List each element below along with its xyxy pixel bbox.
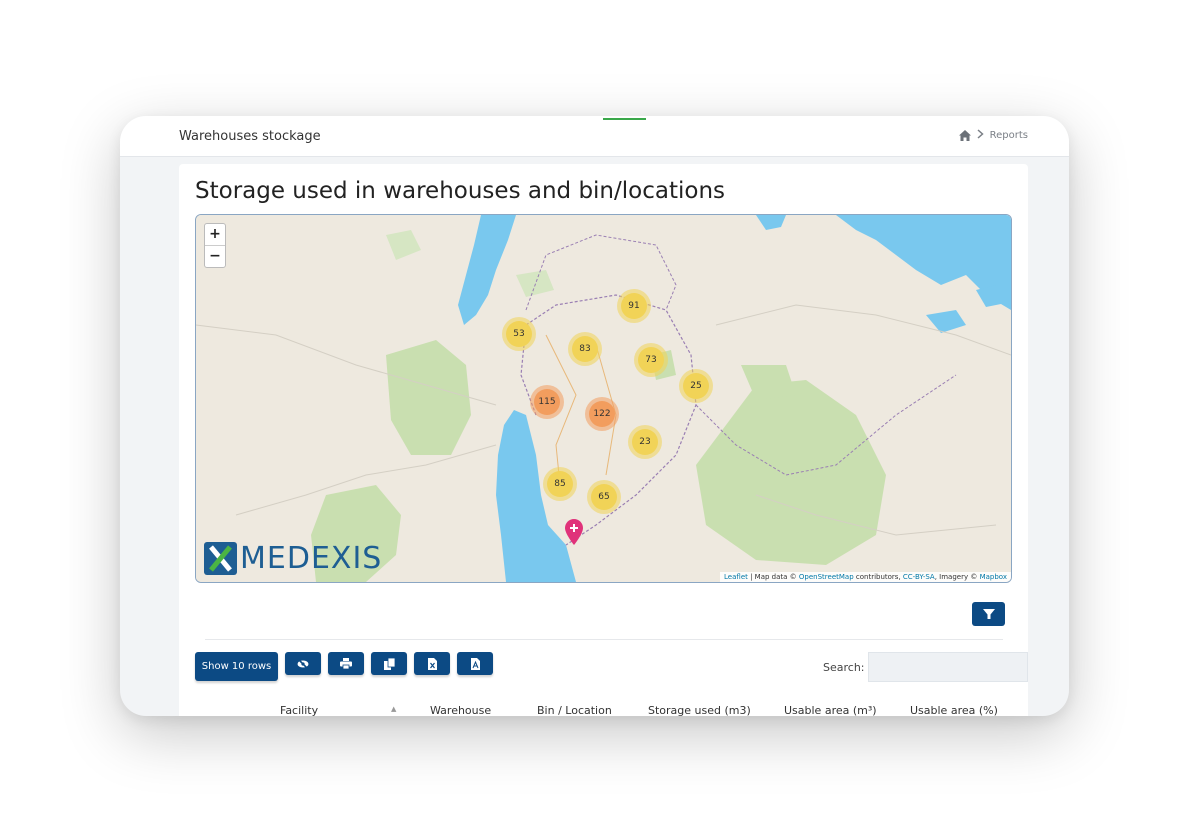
home-icon[interactable] — [958, 129, 971, 141]
map-cluster-91[interactable]: 91 — [621, 293, 647, 319]
leaflet-link[interactable]: Leaflet — [724, 573, 748, 581]
search-input[interactable] — [867, 652, 1028, 682]
breadcrumb: Reports — [958, 128, 1028, 142]
card-title: Storage used in warehouses and bin/locat… — [195, 178, 725, 204]
table-header: Facility ▲ Warehouse Bin / Location Stor… — [179, 704, 1028, 716]
zoom-control: + − — [204, 223, 226, 268]
show-rows-button[interactable]: Show 10 rows — [195, 652, 278, 681]
export-excel-button[interactable] — [414, 652, 450, 675]
export-pdf-button[interactable] — [457, 652, 493, 675]
filter-icon — [982, 609, 995, 619]
breadcrumb-current: Reports — [989, 129, 1028, 141]
map-cluster-53[interactable]: 53 — [506, 321, 532, 347]
license-link[interactable]: CC-BY-SA — [903, 573, 935, 581]
column-header-warehouse[interactable]: Warehouse — [430, 704, 491, 716]
attribution-text-2: contributors, — [853, 573, 903, 581]
zoom-in-button[interactable]: + — [205, 224, 225, 246]
chevron-right-icon — [977, 128, 984, 142]
copy-icon — [383, 657, 395, 670]
map-pin-icon[interactable] — [565, 519, 583, 549]
attribution-text-1: | Map data © — [747, 573, 799, 581]
pdf-icon — [470, 657, 480, 670]
openstreetmap-link[interactable]: OpenStreetMap — [799, 573, 854, 581]
map-attribution: Leaflet | Map data © OpenStreetMap contr… — [720, 572, 1011, 582]
column-header-bin-location[interactable]: Bin / Location — [537, 704, 612, 716]
map-cluster-73[interactable]: 73 — [638, 347, 664, 373]
map-cluster-25[interactable]: 25 — [683, 373, 709, 399]
map-cluster-65[interactable]: 65 — [591, 484, 617, 510]
medexis-logo-text: MEDEXIS — [240, 541, 383, 576]
attribution-text-3: , Imagery © — [934, 573, 980, 581]
column-header-usable-area-percent[interactable]: Usable area (%) — [910, 704, 998, 716]
column-visibility-button[interactable] — [285, 652, 321, 675]
excel-icon — [427, 657, 437, 670]
sort-ascending-icon[interactable]: ▲ — [391, 705, 396, 713]
mapbox-link[interactable]: Mapbox — [980, 573, 1007, 581]
column-header-facility[interactable]: Facility — [280, 704, 318, 716]
column-header-usable-area[interactable]: Usable area (m³) — [784, 704, 877, 716]
map-cluster-83[interactable]: 83 — [572, 336, 598, 362]
copy-button[interactable] — [371, 652, 407, 675]
active-indicator — [603, 118, 646, 120]
warehouse-map[interactable]: + − 91 53 83 73 25 115 122 23 85 65 MEDE… — [195, 214, 1012, 583]
map-cluster-122[interactable]: 122 — [589, 401, 615, 427]
zoom-out-button[interactable]: − — [205, 246, 225, 267]
map-cluster-23[interactable]: 23 — [632, 429, 658, 455]
divider — [205, 639, 1003, 640]
top-bar: Warehouses stockage Reports — [120, 116, 1069, 157]
table-search: Search: — [823, 652, 1028, 682]
print-icon — [340, 658, 352, 669]
medexis-logo-mark — [204, 542, 237, 575]
report-card: Storage used in warehouses and bin/locat… — [179, 164, 1028, 716]
eye-slash-icon — [297, 658, 309, 669]
table-toolbar: Show 10 rows — [195, 652, 493, 681]
app-window: Warehouses stockage Reports Storage used… — [120, 116, 1069, 716]
filter-button[interactable] — [972, 602, 1005, 626]
map-cluster-85[interactable]: 85 — [547, 471, 573, 497]
page-title: Warehouses stockage — [179, 129, 321, 144]
print-button[interactable] — [328, 652, 364, 675]
search-label: Search: — [823, 660, 865, 674]
column-header-storage-used[interactable]: Storage used (m3) — [648, 704, 751, 716]
map-cluster-115[interactable]: 115 — [534, 389, 560, 415]
medexis-logo: MEDEXIS — [204, 542, 382, 575]
map-tiles — [196, 215, 1011, 582]
